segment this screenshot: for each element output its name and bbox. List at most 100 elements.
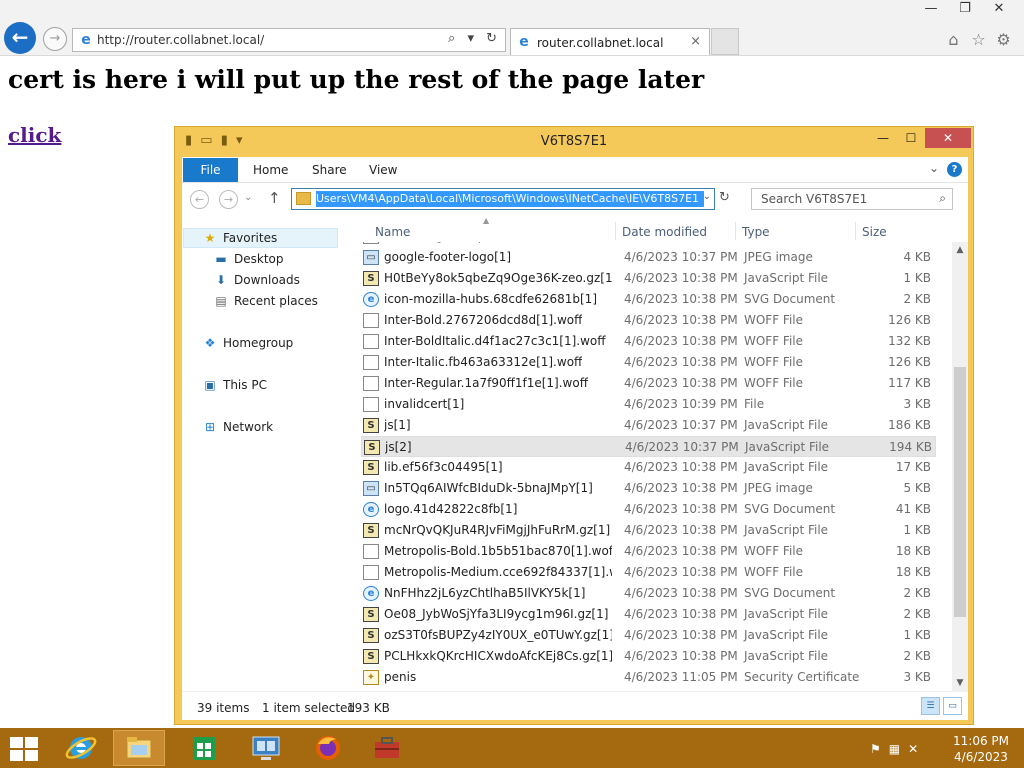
tab-close-icon[interactable]: × <box>690 34 701 49</box>
network-tray-icon[interactable]: ▦ <box>889 742 908 756</box>
file-name: ozS3T0fsBUPZy4zIY0UX_e0TUwY.gz[1] <box>384 628 612 642</box>
file-row[interactable]: S PCLHkxkQKrcHICXwdoAfcKEj8Cs.gz[1] 4/6/20… <box>361 646 936 667</box>
click-link[interactable]: click <box>8 123 61 147</box>
toolbox-icon[interactable] <box>361 730 413 766</box>
column-header-name[interactable]: Name <box>375 225 410 239</box>
file-row[interactable]: Metropolis-Bold.1b5b51bac870[1].woff 4/6/… <box>361 541 936 562</box>
search-input[interactable]: Search V6T8S7E1 ⌕ <box>751 188 953 210</box>
settings-gear-icon[interactable]: ⚙ <box>991 30 1016 49</box>
ribbon-file-tab[interactable]: File <box>183 158 238 182</box>
file-row[interactable]: Sjs[1] 4/6/2023 10:37 PM JavaScript File 18… <box>361 415 936 436</box>
file-row[interactable]: Inter-BoldItalic.d4f1ac27c3c1[1].woff 4/6… <box>361 331 936 352</box>
file-date: 4/6/2023 10:38 PM <box>624 565 738 579</box>
file-file-icon <box>363 544 379 559</box>
ribbon-tab-home[interactable]: Home <box>253 163 288 177</box>
column-divider[interactable] <box>735 222 736 240</box>
nav-label: Recent places <box>234 294 318 308</box>
file-row[interactable]: e logo.41d42822c8fb[1] 4/6/2023 10:38 PM SV… <box>361 499 936 520</box>
details-view-icon[interactable]: ☰ <box>921 697 940 715</box>
explorer-minimize-button[interactable]: — <box>869 128 897 148</box>
svg-file-icon: e <box>363 292 379 307</box>
new-tab-button[interactable] <box>711 28 739 55</box>
file-row[interactable]: Inter-Bold.2767206dcd8d[1].woff 4/6/2023 … <box>361 310 936 331</box>
column-divider[interactable] <box>615 222 616 240</box>
file-row[interactable]: ✦ penis 4/6/2023 11:05 PM Security Certific… <box>361 667 936 688</box>
nav-item-favorites[interactable]: ★ Favorites <box>202 231 278 245</box>
file-row[interactable]: S Oe08_JybWoSjYfa3LI9ycg1m96I.gz[1] 4/6/20… <box>361 604 936 625</box>
file-row[interactable]: SmcNrQvQKJuR4RJvFiMgjJhFuRrM.gz[1] 4/6/20… <box>361 520 936 541</box>
browser-tab[interactable]: e router.collabnet.local × <box>510 28 710 55</box>
nav-item-network[interactable]: ⊞ Network <box>202 420 273 434</box>
file-row[interactable]: e NnFHhz2jL6yzChtlhaB5IlVKY5k[1] 4/6/2023 … <box>361 583 936 604</box>
file-row[interactable]: Inter-Italic.fb463a63312e[1].woff 4/6/202… <box>361 352 936 373</box>
file-date: 4/6/2023 10:38 PM <box>624 628 738 642</box>
nav-item-homegroup[interactable]: ❖ Homegroup <box>202 336 294 350</box>
file-row[interactable]: e icon-mozilla-hubs.68cdfe62681b[1] 4/6/20… <box>361 289 936 310</box>
svg-file-icon: e <box>363 586 379 601</box>
search-icon[interactable]: ⌕ <box>939 191 946 206</box>
file-row[interactable]: SozS3T0fsBUPZy4zIY0UX_e0TUwY.gz[1] 4/6/20… <box>361 625 936 646</box>
file-row[interactable]: ▭ google-footer-logo[1] 4/6/2023 10:37 PM J… <box>361 247 936 268</box>
ribbon-tab-share[interactable]: Share <box>312 163 347 177</box>
file-name: In5TQq6AIWfcBIduDk-5bnaJMpY[1] <box>384 481 593 495</box>
nav-item-downloads[interactable]: ⬇ Downloads <box>213 273 300 287</box>
address-path-text[interactable]: Users\VM4\AppData\Local\Microsoft\Window… <box>316 191 704 207</box>
address-bar[interactable]: e http://router.collabnet.local/ ⌕ ▾ ↻ <box>72 28 506 52</box>
remote-desktop-icon[interactable] <box>240 730 292 766</box>
file-explorer-taskbar-icon[interactable] <box>113 730 165 766</box>
favorites-star-icon[interactable]: ☆ <box>966 30 991 49</box>
volume-muted-icon[interactable]: ✕ <box>908 742 926 756</box>
clock[interactable]: 11:06 PM 4/6/2023 <box>950 733 1012 765</box>
item-count: 39 items <box>197 701 250 715</box>
file-type: WOFF File <box>744 544 804 558</box>
explorer-close-button[interactable]: ✕ <box>925 128 971 148</box>
ribbon-tab-view[interactable]: View <box>369 163 397 177</box>
file-row[interactable]: Slib.ef56f3c04495[1] 4/6/2023 10:38 PM Jav… <box>361 457 936 478</box>
expand-ribbon-chevron-icon[interactable]: ⌄ <box>929 161 939 175</box>
start-windows-icon[interactable] <box>10 737 40 761</box>
explorer-maximize-button[interactable]: ☐ <box>897 128 925 148</box>
restore-button[interactable]: ❐ <box>948 1 982 16</box>
back-arrow-icon[interactable]: ← <box>4 22 36 54</box>
nav-item-this-pc[interactable]: ▣ This PC <box>202 378 267 392</box>
recent-locations-chevron-icon[interactable]: ⌄ <box>244 192 252 203</box>
column-header-date[interactable]: Date modified <box>622 225 707 239</box>
file-date: 4/6/2023 10:38 PM <box>624 313 738 327</box>
large-icons-view-icon[interactable]: ▭ <box>943 697 962 715</box>
column-divider[interactable] <box>855 222 856 240</box>
refresh-icon[interactable]: ↻ <box>719 190 730 205</box>
file-row[interactable]: Metropolis-Medium.cce692f84337[1].woff 4/… <box>361 562 936 583</box>
close-button[interactable]: ✕ <box>982 1 1016 16</box>
scroll-up-arrow-icon[interactable]: ▲ <box>952 245 968 255</box>
address-url[interactable]: http://router.collabnet.local/ <box>97 33 264 47</box>
file-row[interactable]: Inter-Regular.1a7f90ff1f1e[1].woff 4/6/20… <box>361 373 936 394</box>
column-header-size[interactable]: Size <box>862 225 887 239</box>
help-icon[interactable]: ? <box>947 162 962 177</box>
minimize-button[interactable]: — <box>914 1 948 16</box>
forward-arrow-icon[interactable]: → <box>43 27 67 51</box>
path-dropdown-chevron-icon[interactable]: ⌄ <box>703 191 711 202</box>
file-row[interactable]: Sjs[2] 4/6/2023 10:37 PM JavaScript File 19… <box>361 436 936 457</box>
nav-item-recent-places[interactable]: ▤ Recent places <box>213 294 318 308</box>
address-buttons[interactable]: ⌕ ▾ ↻ <box>448 31 501 46</box>
browser-chrome: ← → e http://router.collabnet.local/ ⌕ ▾… <box>0 0 1024 56</box>
nav-item-desktop[interactable]: ▬ Desktop <box>213 252 283 266</box>
column-header-type[interactable]: Type <box>742 225 770 239</box>
firefox-icon[interactable] <box>302 730 354 766</box>
home-icon[interactable]: ⌂ <box>941 30 966 49</box>
internet-explorer-icon[interactable] <box>55 730 107 766</box>
file-row[interactable]: ▭ In5TQq6AIWfcBIduDk-5bnaJMpY[1] 4/6/2023 … <box>361 478 936 499</box>
explorer-titlebar[interactable]: ▮ ▭ ▮ ▾ V6T8S7E1 — ☐ ✕ <box>175 127 973 157</box>
up-arrow-icon[interactable]: ↑ <box>268 189 281 207</box>
nav-forward-icon[interactable]: → <box>219 190 238 209</box>
scrollbar-thumb[interactable] <box>954 367 966 617</box>
store-icon[interactable] <box>178 730 230 766</box>
address-path-field[interactable]: Users\VM4\AppData\Local\Microsoft\Window… <box>291 188 715 210</box>
nav-back-icon[interactable]: ← <box>190 190 209 209</box>
vertical-scrollbar[interactable]: ▲ ▼ <box>952 242 968 691</box>
flag-icon[interactable]: ⚑ <box>870 742 889 756</box>
file-type: WOFF File <box>744 565 804 579</box>
file-row[interactable]: invalidcert[1] 4/6/2023 10:39 PM File 3 KB <box>361 394 936 415</box>
scroll-down-arrow-icon[interactable]: ▼ <box>952 678 968 688</box>
file-row[interactable]: S H0tBeYy8ok5qbeZq9Oge36K-zeo.gz[1] 4/6/20… <box>361 268 936 289</box>
